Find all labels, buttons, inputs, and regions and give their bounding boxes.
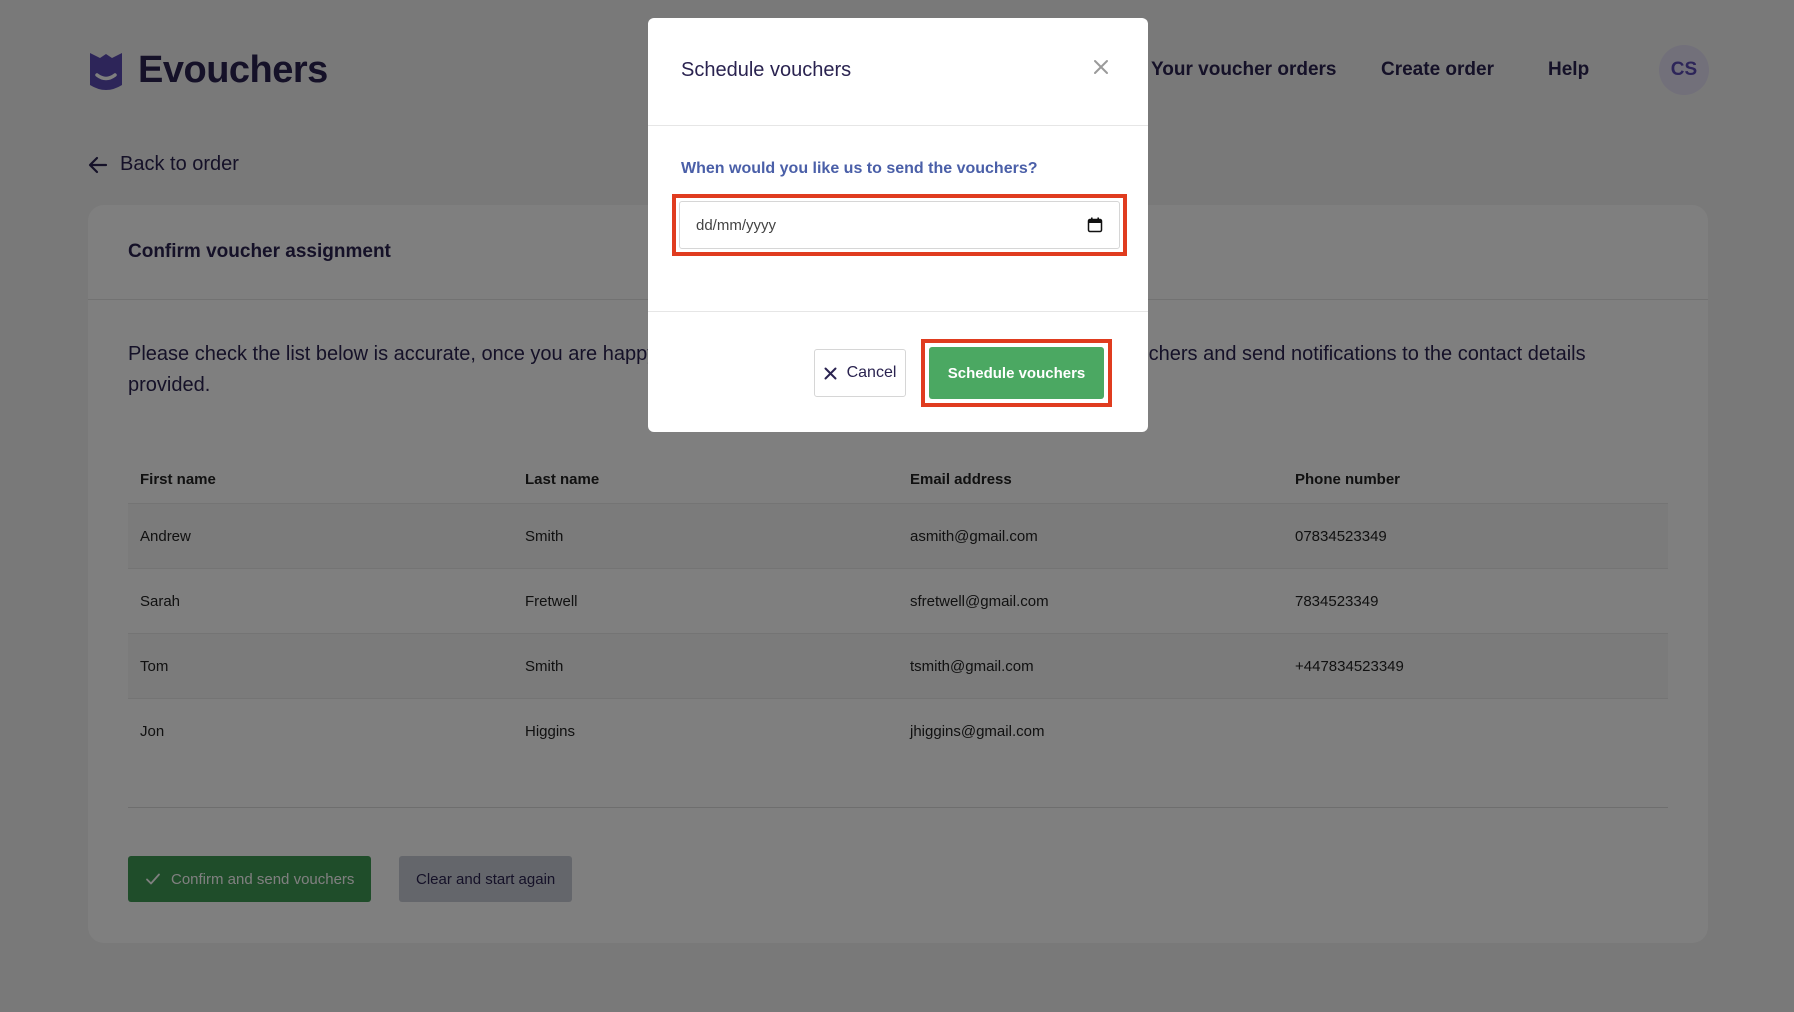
close-icon[interactable]: [1090, 56, 1112, 78]
close-icon: [824, 367, 837, 379]
schedule-vouchers-button[interactable]: Schedule vouchers: [929, 347, 1104, 399]
schedule-vouchers-modal: Schedule vouchers When would you like us…: [648, 18, 1148, 432]
schedule-question-label: When would you like us to send the vouch…: [681, 160, 1038, 177]
schedule-button-highlight: Schedule vouchers: [921, 339, 1112, 407]
divider: [648, 311, 1148, 312]
calendar-icon[interactable]: [1087, 217, 1103, 233]
modal-title: Schedule vouchers: [681, 59, 852, 81]
cancel-button-label: Cancel: [846, 364, 897, 381]
cancel-button[interactable]: Cancel: [814, 349, 906, 397]
divider: [648, 125, 1148, 126]
date-placeholder: dd/mm/yyyy: [696, 216, 777, 234]
page: Evouchers Your voucher orders Create ord…: [0, 0, 1794, 1012]
date-field-highlight: dd/mm/yyyy: [672, 194, 1127, 256]
schedule-date-input[interactable]: dd/mm/yyyy: [679, 201, 1120, 249]
